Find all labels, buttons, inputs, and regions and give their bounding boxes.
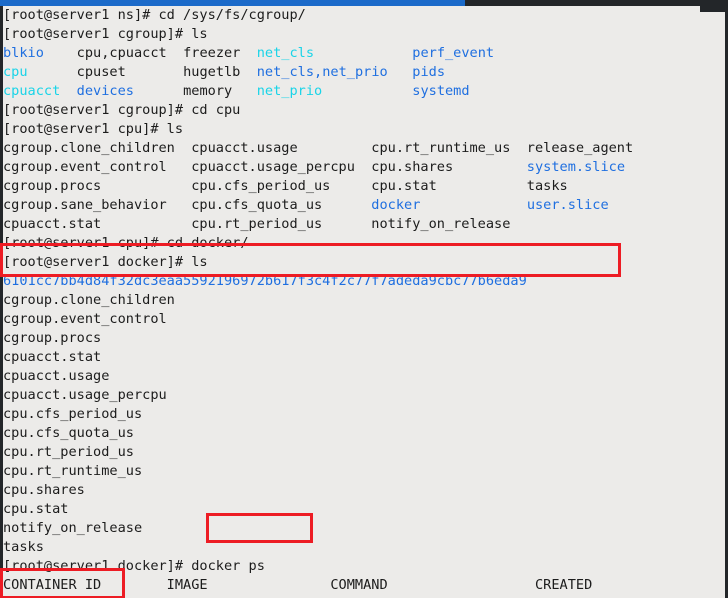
terminal-line: cgroup.clone_children cpuacct.usage cpu.… xyxy=(3,139,725,158)
terminal-line: [root@server1 cgroup]# ls xyxy=(3,25,725,44)
terminal-text: [root@server1 cpu]# cd docker/ xyxy=(3,235,249,251)
terminal-line: notify_on_release xyxy=(3,519,725,538)
terminal-text: hugetlb xyxy=(183,64,241,80)
terminal-text: blkio xyxy=(3,45,44,61)
terminal-line: [root@server1 docker]# ls xyxy=(3,253,725,272)
terminal-text: pids xyxy=(412,64,446,80)
terminal-text: cpu.stat xyxy=(3,501,69,517)
terminal-text: cgroup.sane_behavior cpu.cfs_quota_us xyxy=(3,197,372,213)
terminal-line: CONTAINER ID IMAGE COMMAND CREATED xyxy=(3,576,725,595)
terminal-line: [root@server1 cpu]# ls xyxy=(3,120,725,139)
terminal-text: cgroup.clone_children xyxy=(3,292,175,308)
terminal-output[interactable]: [root@server1 ns]# cd /sys/fs/cgroup/ [ro… xyxy=(3,6,725,598)
terminal-line: cpu.cfs_period_us xyxy=(3,405,725,424)
terminal-line: cpuacct.usage xyxy=(3,367,725,386)
terminal-line: cpu.rt_runtime_us xyxy=(3,462,725,481)
terminal-line: cgroup.event_control cpuacct.usage_percp… xyxy=(3,158,725,177)
terminal-line: cgroup.sane_behavior cpu.cfs_quota_us do… xyxy=(3,196,725,215)
terminal-text: tasks xyxy=(3,539,44,555)
terminal-text: cpuacct xyxy=(3,83,61,99)
terminal-text: cpu.rt_runtime_us xyxy=(3,463,143,479)
terminal-line: cpu.stat xyxy=(3,500,725,519)
terminal-text: cpuacct.usage xyxy=(3,368,110,384)
terminal-text: system.slice xyxy=(526,159,626,175)
terminal-text: memory xyxy=(183,83,233,99)
terminal-line: [root@server1 ns]# cd /sys/fs/cgroup/ xyxy=(3,6,725,25)
terminal-text: devices xyxy=(76,83,134,99)
terminal-text: systemd xyxy=(412,83,470,99)
terminal-line: cpu cpuset hugetlb net_cls,net_prio pids xyxy=(3,63,725,82)
terminal-line: [root@server1 cgroup]# cd cpu xyxy=(3,101,725,120)
terminal-text: cpu xyxy=(3,64,28,80)
terminal-text: 6101cc7bb4d84f32dc3eaa5592196972b617f3c4… xyxy=(3,273,527,289)
terminal-text: cpuacct.usage_percpu xyxy=(3,387,167,403)
terminal-line: tasks xyxy=(3,538,725,557)
terminal-text: cpuacct.stat cpu.rt_period_us notify_on_… xyxy=(3,216,511,232)
terminal-text: docker xyxy=(371,197,421,213)
terminal-line: cpu.cfs_quota_us xyxy=(3,424,725,443)
terminal-text: net_cls,net_prio xyxy=(256,64,388,80)
terminal-text: cgroup.clone_children cpuacct.usage cpu.… xyxy=(3,140,634,156)
terminal-text: freezer xyxy=(183,45,241,61)
terminal-text: user.slice xyxy=(526,197,609,213)
terminal-line: cgroup.event_control xyxy=(3,310,725,329)
terminal-text: cpu.shares xyxy=(3,482,85,498)
terminal-line: cgroup.clone_children xyxy=(3,291,725,310)
terminal-text: cpu.rt_period_us xyxy=(3,444,134,460)
terminal-text: [root@server1 cgroup]# cd cpu xyxy=(3,102,241,118)
terminal-line: blkio cpu,cpuacct freezer net_cls perf_e… xyxy=(3,44,725,63)
terminal-line: cpuacct.stat xyxy=(3,348,725,367)
terminal-text: cgroup.event_control xyxy=(3,311,167,327)
terminal-text: cgroup.event_control cpuacct.usage_percp… xyxy=(3,159,527,175)
terminal-text: [root@server1 cpu]# ls xyxy=(3,121,184,137)
terminal-text: net_cls xyxy=(256,45,315,61)
terminal-text: [root@server1 ns]# cd /sys/fs/cgroup/ xyxy=(3,7,306,23)
terminal-text: cpuset xyxy=(76,64,126,80)
terminal-text: [root@server1 cgroup]# ls xyxy=(3,26,208,42)
terminal-text: CONTAINER ID IMAGE COMMAND CREATED xyxy=(3,577,593,593)
terminal-text: notify_on_release xyxy=(3,520,143,536)
terminal-text: [root@server1 docker]# docker ps xyxy=(3,558,265,574)
terminal-line: cgroup.procs xyxy=(3,329,725,348)
terminal-line: cpu.shares xyxy=(3,481,725,500)
terminal-text: cpuacct.stat xyxy=(3,349,102,365)
terminal-line: cpu.rt_period_us xyxy=(3,443,725,462)
terminal-line: cgroup.procs cpu.cfs_period_us cpu.stat … xyxy=(3,177,725,196)
terminal-text: perf_event xyxy=(412,45,495,61)
terminal-text: [root@server1 docker]# ls xyxy=(3,254,208,270)
terminal-window: [root@server1 ns]# cd /sys/fs/cgroup/ [ro… xyxy=(0,0,728,598)
terminal-line: cpuacct devices memory net_prio systemd xyxy=(3,82,725,101)
terminal-line: [root@server1 docker]# docker ps xyxy=(3,557,725,576)
terminal-text: cpu,cpuacct xyxy=(76,45,167,61)
terminal-text: net_prio xyxy=(256,83,323,99)
terminal-line: cpuacct.usage_percpu xyxy=(3,386,725,405)
terminal-text: cgroup.procs xyxy=(3,330,102,346)
terminal-text: cpu.cfs_period_us xyxy=(3,406,143,422)
terminal-text: cgroup.procs cpu.cfs_period_us cpu.stat … xyxy=(3,178,568,194)
terminal-line: [root@server1 cpu]# cd docker/ xyxy=(3,234,725,253)
terminal-text: cpu.cfs_quota_us xyxy=(3,425,134,441)
terminal-line: cpuacct.stat cpu.rt_period_us notify_on_… xyxy=(3,215,725,234)
terminal-line: 6101cc7bb4d84f32dc3eaa5592196972b617f3c4… xyxy=(3,272,725,291)
